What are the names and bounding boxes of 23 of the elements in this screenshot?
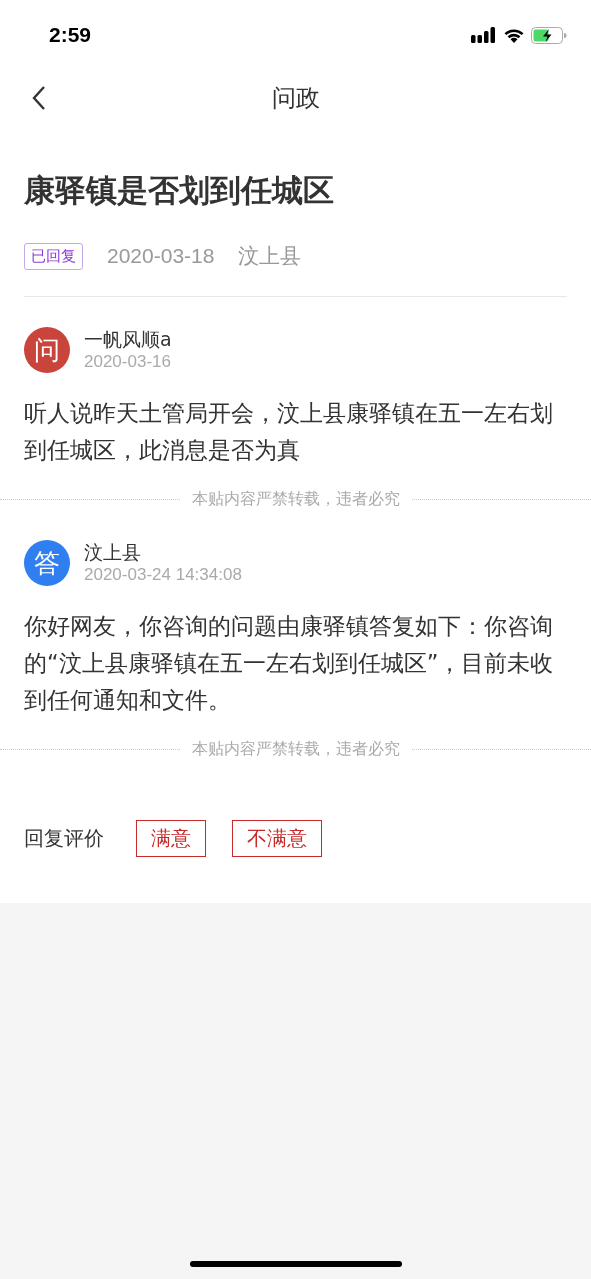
battery-charging-icon bbox=[531, 26, 567, 44]
post-time: 2020-03-16 bbox=[84, 351, 172, 373]
copyright-notice: 本贴内容严禁转载，违者必究 bbox=[191, 739, 400, 760]
rating-label: 回复评价 bbox=[24, 825, 104, 852]
author-name: 一帆风顺a bbox=[84, 327, 172, 351]
post-text: 你好网友，你咨询的问题由康驿镇答复如下：你咨询的“汶上县康驿镇在五一左右划到任城区”，目前未收到任何通知和文件。 bbox=[24, 612, 555, 715]
post-text: 听人说昨天土管局开会，汶上县康驿镇在五一左右划到任城区，此消息是否为真 bbox=[24, 399, 554, 465]
copyright-notice: 本贴内容严禁转载，违者必究 bbox=[191, 489, 400, 510]
back-icon[interactable] bbox=[32, 85, 46, 111]
author-name: 汶上县 bbox=[84, 540, 142, 564]
status-time: 2:59 bbox=[49, 23, 92, 47]
rating-button[interactable]: 不满意 bbox=[232, 820, 322, 857]
question-date: 2020-03-18 bbox=[107, 244, 215, 268]
avatar: 问 bbox=[24, 327, 70, 373]
question-county: 汶上县 bbox=[238, 243, 302, 269]
signal-icon bbox=[471, 27, 497, 43]
question-title: 康驿镇是否划到任城区 bbox=[24, 171, 335, 210]
post-time: 2020-03-24 14:34:08 bbox=[84, 564, 242, 586]
page-title: 问政 bbox=[271, 83, 320, 114]
rating-button[interactable]: 满意 bbox=[136, 820, 206, 857]
avatar: 答 bbox=[24, 540, 70, 586]
status-tag: 已回复 bbox=[24, 242, 83, 270]
wifi-icon bbox=[503, 27, 525, 43]
